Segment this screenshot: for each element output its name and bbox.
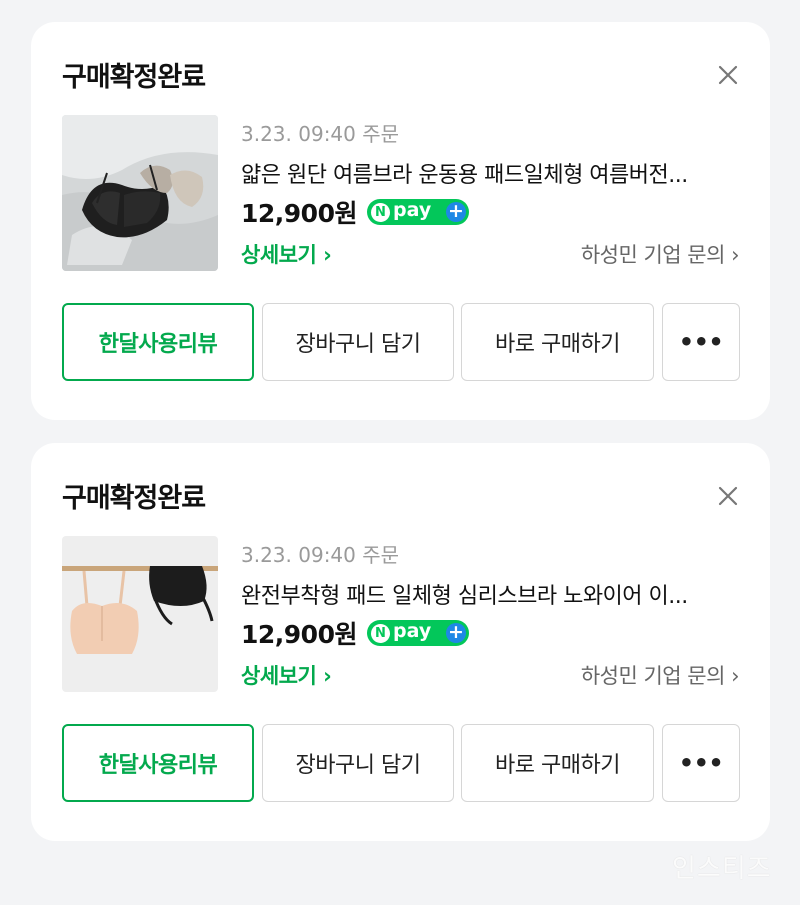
buy-now-button[interactable]: 바로 구매하기 [461, 303, 654, 381]
price-row: 12,900원 N pay + [241, 615, 469, 651]
close-icon[interactable] [717, 485, 739, 507]
watermark: 인스티즈 [672, 854, 772, 884]
monthly-review-button[interactable]: 한달사용리뷰 [62, 303, 254, 381]
more-icon[interactable]: ••• [662, 724, 740, 802]
seller-inquiry-link[interactable]: 하성민 기업 문의 › [581, 239, 740, 269]
product-thumbnail[interactable] [62, 115, 218, 271]
npay-text: pay [392, 620, 432, 642]
close-icon[interactable] [717, 64, 739, 86]
npay-n-icon: N [370, 623, 390, 643]
order-card: 구매확정완료 3.23. 09:40 주문 얇은 원단 여름브라 운동용 패드일… [31, 22, 770, 420]
npay-logo: N pay + [366, 620, 469, 646]
order-status: 구매확정완료 [62, 483, 206, 514]
order-date: 3.23. 09:40 주문 [241, 543, 400, 567]
product-title[interactable]: 얇은 원단 여름브라 운동용 패드일체형 여름버전... [241, 157, 741, 189]
monthly-review-button[interactable]: 한달사용리뷰 [62, 724, 254, 802]
npay-plus-icon: + [445, 623, 466, 643]
product-price: 12,900원 [241, 620, 357, 649]
detail-link[interactable]: 상세보기 › [241, 660, 332, 690]
buy-now-button[interactable]: 바로 구매하기 [461, 724, 654, 802]
more-icon[interactable]: ••• [662, 303, 740, 381]
order-card: 구매확정완료 3.23. 09:40 주문 완전부착형 패드 일체형 심리스브라… [31, 443, 770, 841]
npay-n-icon: N [370, 202, 390, 222]
add-to-cart-button[interactable]: 장바구니 담기 [262, 303, 454, 381]
product-thumbnail[interactable] [62, 536, 218, 692]
npay-logo: N pay + [366, 199, 469, 225]
price-row: 12,900원 N pay + [241, 194, 469, 230]
npay-plus-icon: + [445, 202, 466, 222]
npay-text: pay [392, 199, 432, 221]
order-date: 3.23. 09:40 주문 [241, 122, 400, 146]
product-title[interactable]: 완전부착형 패드 일체형 심리스브라 노와이어 이... [241, 578, 741, 610]
product-price: 12,900원 [241, 199, 357, 228]
detail-link[interactable]: 상세보기 › [241, 239, 332, 269]
add-to-cart-button[interactable]: 장바구니 담기 [262, 724, 454, 802]
order-status: 구매확정완료 [62, 62, 206, 93]
seller-inquiry-link[interactable]: 하성민 기업 문의 › [581, 660, 740, 690]
